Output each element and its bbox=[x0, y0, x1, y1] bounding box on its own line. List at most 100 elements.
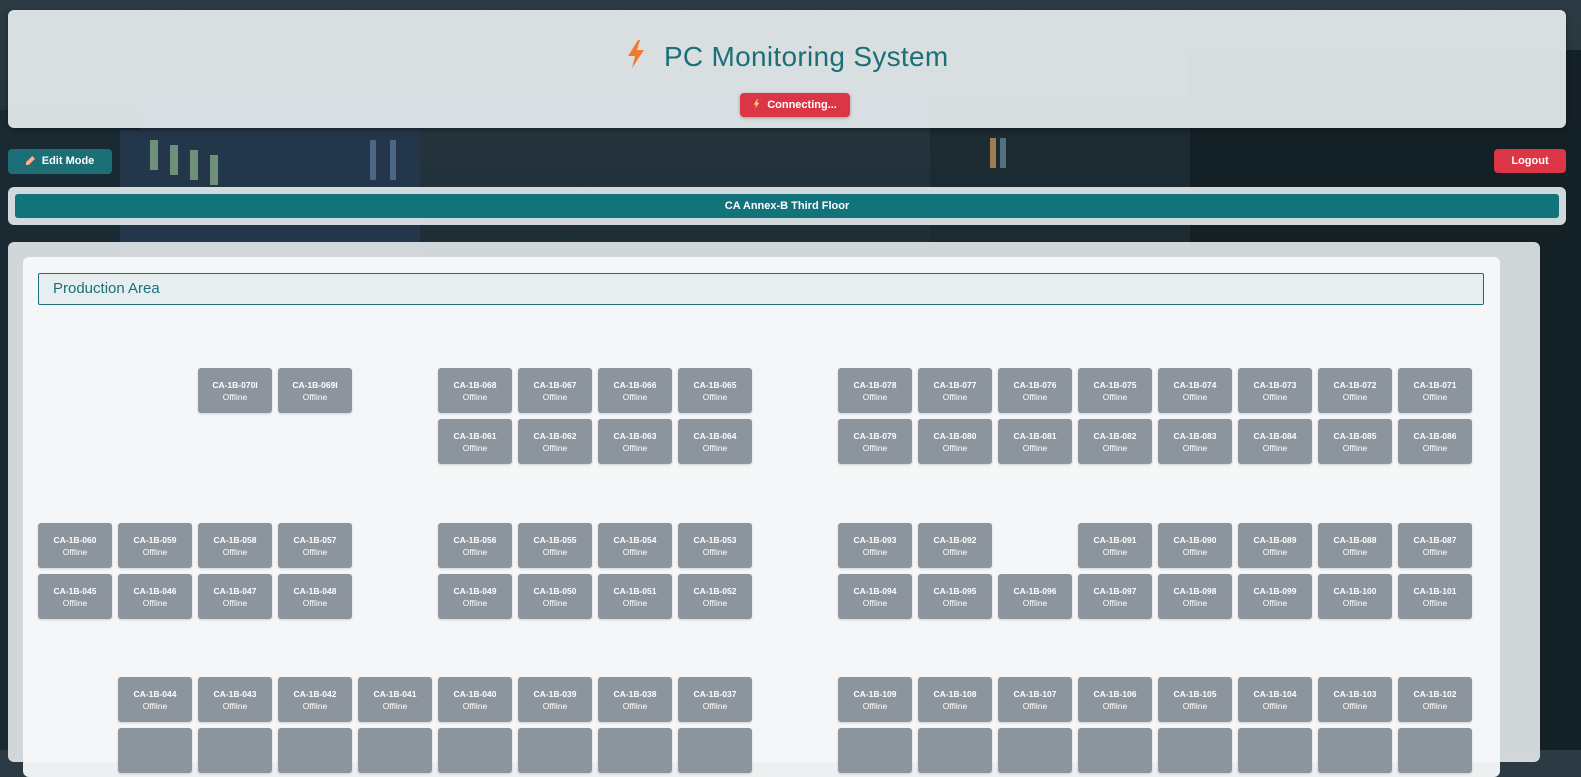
pc-card[interactable]: CA-1B-107 Offline bbox=[998, 677, 1072, 722]
pc-card-partial[interactable] bbox=[1238, 728, 1312, 773]
pc-card[interactable]: CA-1B-050 Offline bbox=[518, 574, 592, 619]
pc-card[interactable]: CA-1B-064 Offline bbox=[678, 419, 752, 464]
pc-card[interactable]: CA-1B-037 Offline bbox=[678, 677, 752, 722]
pc-card[interactable]: CA-1B-090 Offline bbox=[1158, 523, 1232, 568]
pc-card[interactable]: CA-1B-084 Offline bbox=[1238, 419, 1312, 464]
pc-card[interactable]: CA-1B-071 Offline bbox=[1398, 368, 1472, 413]
pc-card[interactable]: CA-1B-106 Offline bbox=[1078, 677, 1152, 722]
pc-card-partial[interactable] bbox=[118, 728, 192, 773]
pc-card[interactable]: CA-1B-038 Offline bbox=[598, 677, 672, 722]
pc-card[interactable]: CA-1B-076 Offline bbox=[998, 368, 1072, 413]
pc-card[interactable]: CA-1B-095 Offline bbox=[918, 574, 992, 619]
pc-card[interactable]: CA-1B-088 Offline bbox=[1318, 523, 1392, 568]
pc-card[interactable]: CA-1B-074 Offline bbox=[1158, 368, 1232, 413]
pc-card[interactable]: CA-1B-046 Offline bbox=[118, 574, 192, 619]
pc-name: CA-1B-091 bbox=[1093, 535, 1137, 545]
pc-card[interactable]: CA-1B-104 Offline bbox=[1238, 677, 1312, 722]
pc-card[interactable]: CA-1B-051 Offline bbox=[598, 574, 672, 619]
pc-card-partial[interactable] bbox=[1398, 728, 1472, 773]
pc-card[interactable]: CA-1B-109 Offline bbox=[838, 677, 912, 722]
pc-status: Offline bbox=[142, 598, 168, 608]
pc-card[interactable]: CA-1B-082 Offline bbox=[1078, 419, 1152, 464]
pc-card[interactable]: CA-1B-073 Offline bbox=[1238, 368, 1312, 413]
pc-card[interactable]: CA-1B-059 Offline bbox=[118, 523, 192, 568]
pc-card[interactable]: CA-1B-098 Offline bbox=[1158, 574, 1232, 619]
pc-card[interactable]: CA-1B-096 Offline bbox=[998, 574, 1072, 619]
pc-card[interactable]: CA-1B-075 Offline bbox=[1078, 368, 1152, 413]
pc-status: Offline bbox=[862, 598, 888, 608]
pc-status: Offline bbox=[862, 547, 888, 557]
pc-card-partial[interactable] bbox=[358, 728, 432, 773]
pc-card[interactable]: CA-1B-087 Offline bbox=[1398, 523, 1472, 568]
pc-card[interactable]: CA-1B-067 Offline bbox=[518, 368, 592, 413]
pc-card[interactable]: CA-1B-040 Offline bbox=[438, 677, 512, 722]
pc-card[interactable]: CA-1B-102 Offline bbox=[1398, 677, 1472, 722]
pc-card[interactable]: CA-1B-055 Offline bbox=[518, 523, 592, 568]
pc-card[interactable]: CA-1B-085 Offline bbox=[1318, 419, 1392, 464]
pc-status: Offline bbox=[702, 598, 728, 608]
pc-card-partial[interactable] bbox=[838, 728, 912, 773]
pc-card[interactable]: CA-1B-049 Offline bbox=[438, 574, 512, 619]
pc-card[interactable]: CA-1B-072 Offline bbox=[1318, 368, 1392, 413]
pc-card[interactable]: CA-1B-103 Offline bbox=[1318, 677, 1392, 722]
pc-card[interactable]: CA-1B-053 Offline bbox=[678, 523, 752, 568]
pc-card[interactable]: CA-1B-080 Offline bbox=[918, 419, 992, 464]
pc-card[interactable]: CA-1B-041 Offline bbox=[358, 677, 432, 722]
pc-card-partial[interactable] bbox=[678, 728, 752, 773]
pc-card[interactable]: CA-1B-056 Offline bbox=[438, 523, 512, 568]
pc-card[interactable]: CA-1B-060 Offline bbox=[38, 523, 112, 568]
pc-card[interactable]: CA-1B-042 Offline bbox=[278, 677, 352, 722]
logout-button[interactable]: Logout bbox=[1494, 149, 1566, 173]
pc-card[interactable]: CA-1B-070I Offline bbox=[198, 368, 272, 413]
pc-card[interactable]: CA-1B-093 Offline bbox=[838, 523, 912, 568]
pc-status: Offline bbox=[1262, 598, 1288, 608]
pc-name: CA-1B-042 bbox=[293, 689, 337, 699]
pc-card[interactable]: CA-1B-063 Offline bbox=[598, 419, 672, 464]
pc-card-partial[interactable] bbox=[1158, 728, 1232, 773]
pc-card[interactable]: CA-1B-100 Offline bbox=[1318, 574, 1392, 619]
pc-card[interactable]: CA-1B-083 Offline bbox=[1158, 419, 1232, 464]
pc-card[interactable]: CA-1B-092 Offline bbox=[918, 523, 992, 568]
pc-card-partial[interactable] bbox=[518, 728, 592, 773]
pc-card[interactable]: CA-1B-047 Offline bbox=[198, 574, 272, 619]
pc-card[interactable]: CA-1B-061 Offline bbox=[438, 419, 512, 464]
pc-card-partial[interactable] bbox=[438, 728, 512, 773]
pc-card[interactable]: CA-1B-108 Offline bbox=[918, 677, 992, 722]
pc-card[interactable]: CA-1B-052 Offline bbox=[678, 574, 752, 619]
connection-status-button[interactable]: Connecting... bbox=[740, 93, 850, 117]
pc-card[interactable]: CA-1B-039 Offline bbox=[518, 677, 592, 722]
pc-card[interactable]: CA-1B-097 Offline bbox=[1078, 574, 1152, 619]
pc-card-partial[interactable] bbox=[1078, 728, 1152, 773]
pc-card[interactable]: CA-1B-062 Offline bbox=[518, 419, 592, 464]
pc-card[interactable]: CA-1B-077 Offline bbox=[918, 368, 992, 413]
pc-card[interactable]: CA-1B-086 Offline bbox=[1398, 419, 1472, 464]
pc-card[interactable]: CA-1B-048 Offline bbox=[278, 574, 352, 619]
pc-card[interactable]: CA-1B-101 Offline bbox=[1398, 574, 1472, 619]
pc-card[interactable]: CA-1B-099 Offline bbox=[1238, 574, 1312, 619]
pc-card[interactable]: CA-1B-058 Offline bbox=[198, 523, 272, 568]
pc-card[interactable]: CA-1B-091 Offline bbox=[1078, 523, 1152, 568]
pc-card[interactable]: CA-1B-089 Offline bbox=[1238, 523, 1312, 568]
pc-card-partial[interactable] bbox=[918, 728, 992, 773]
pc-card[interactable]: CA-1B-054 Offline bbox=[598, 523, 672, 568]
pc-card[interactable]: CA-1B-079 Offline bbox=[838, 419, 912, 464]
pc-card[interactable]: CA-1B-066 Offline bbox=[598, 368, 672, 413]
pc-card[interactable]: CA-1B-045 Offline bbox=[38, 574, 112, 619]
pc-card[interactable]: CA-1B-094 Offline bbox=[838, 574, 912, 619]
pc-card[interactable]: CA-1B-044 Offline bbox=[118, 677, 192, 722]
tab-floor[interactable]: CA Annex-B Third Floor bbox=[15, 194, 1559, 218]
pc-card[interactable]: CA-1B-069I Offline bbox=[278, 368, 352, 413]
pc-card-partial[interactable] bbox=[198, 728, 272, 773]
pc-card-partial[interactable] bbox=[598, 728, 672, 773]
pc-card[interactable]: CA-1B-068 Offline bbox=[438, 368, 512, 413]
pc-card[interactable]: CA-1B-057 Offline bbox=[278, 523, 352, 568]
pc-card[interactable]: CA-1B-105 Offline bbox=[1158, 677, 1232, 722]
pc-card[interactable]: CA-1B-078 Offline bbox=[838, 368, 912, 413]
edit-mode-button[interactable]: Edit Mode bbox=[8, 149, 112, 174]
pc-card[interactable]: CA-1B-081 Offline bbox=[998, 419, 1072, 464]
pc-card[interactable]: CA-1B-043 Offline bbox=[198, 677, 272, 722]
pc-card-partial[interactable] bbox=[1318, 728, 1392, 773]
pc-card[interactable]: CA-1B-065 Offline bbox=[678, 368, 752, 413]
pc-card-partial[interactable] bbox=[278, 728, 352, 773]
pc-card-partial[interactable] bbox=[998, 728, 1072, 773]
